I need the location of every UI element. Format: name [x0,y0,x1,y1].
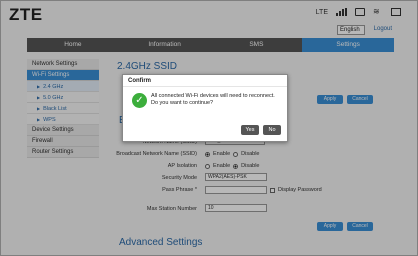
dialog-message-line2: Do you want to continue? [151,100,214,106]
check-icon: ✓ [132,93,147,108]
dialog-message-line1: All connected Wi-Fi devices will need to… [151,93,275,99]
dialog-message: All connected Wi-Fi devices will need to… [151,93,281,107]
dialog-title: Confirm [123,75,287,87]
confirm-dialog: Confirm ✓ All connected Wi-Fi devices wi… [122,74,288,142]
no-button[interactable]: No [263,125,281,135]
yes-button[interactable]: Yes [241,125,259,135]
